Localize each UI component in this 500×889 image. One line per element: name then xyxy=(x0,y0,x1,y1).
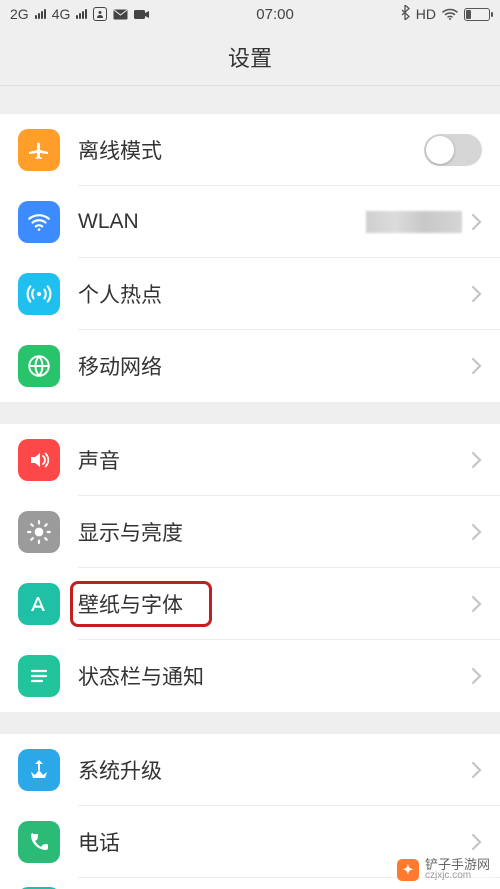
signal-bars-2 xyxy=(76,9,87,19)
chevron-right-icon xyxy=(470,594,482,614)
wlan-value-obscured xyxy=(366,211,462,233)
net-label-1: 2G xyxy=(10,6,29,22)
row-mobile-network[interactable]: 移动网络 xyxy=(0,330,500,402)
statusbar-label: 状态栏与通知 xyxy=(78,661,470,691)
display-label: 显示与亮度 xyxy=(78,517,470,547)
row-statusbar-notifications[interactable]: 状态栏与通知 xyxy=(0,640,500,712)
phone-icon xyxy=(18,821,60,863)
settings-group-network: 离线模式 WLAN 个人热点 移动网络 xyxy=(0,114,500,402)
chevron-right-icon xyxy=(470,832,482,852)
row-airplane-mode[interactable]: 离线模式 xyxy=(0,114,500,186)
status-bar: 2G 4G 07:00 HD xyxy=(0,0,500,28)
user-status-icon xyxy=(93,7,107,21)
chevron-right-icon xyxy=(470,212,482,232)
chevron-right-icon xyxy=(470,450,482,470)
watermark-logo-icon: ✦ xyxy=(397,859,419,881)
video-status-icon xyxy=(134,9,150,20)
row-sound[interactable]: 声音 xyxy=(0,424,500,496)
sound-icon xyxy=(18,439,60,481)
globe-icon xyxy=(18,345,60,387)
settings-group-display: 声音 显示与亮度 壁纸与字体 状态栏与通知 xyxy=(0,424,500,712)
hd-label: HD xyxy=(416,6,436,22)
row-system-update[interactable]: 系统升级 xyxy=(0,734,500,806)
mail-status-icon xyxy=(113,9,128,20)
page-title: 设置 xyxy=(0,28,500,86)
chevron-right-icon xyxy=(470,356,482,376)
hotspot-label: 个人热点 xyxy=(78,279,470,309)
airplane-toggle[interactable] xyxy=(424,134,482,166)
battery-icon xyxy=(464,8,490,21)
chevron-right-icon xyxy=(470,522,482,542)
signal-bars-1 xyxy=(35,9,46,19)
row-wlan[interactable]: WLAN xyxy=(0,186,500,258)
row-display-brightness[interactable]: 显示与亮度 xyxy=(0,496,500,568)
status-time: 07:00 xyxy=(256,6,294,23)
status-left: 2G 4G xyxy=(10,6,150,22)
font-icon xyxy=(18,583,60,625)
watermark-url: czjxjc.com xyxy=(425,871,490,881)
row-wallpaper-font[interactable]: 壁纸与字体 xyxy=(0,568,500,640)
net-label-2: 4G xyxy=(52,6,71,22)
row-hotspot[interactable]: 个人热点 xyxy=(0,258,500,330)
wifi-status-icon xyxy=(442,8,458,20)
chevron-right-icon xyxy=(470,284,482,304)
wallpaper-font-label: 壁纸与字体 xyxy=(78,589,470,619)
airplane-label: 离线模式 xyxy=(78,135,424,165)
watermark: ✦ 铲子手游网 czjxjc.com xyxy=(393,856,494,883)
brightness-icon xyxy=(18,511,60,553)
update-icon xyxy=(18,749,60,791)
airplane-icon xyxy=(18,129,60,171)
list-icon xyxy=(18,655,60,697)
status-right: HD xyxy=(400,5,490,23)
sound-label: 声音 xyxy=(78,445,470,475)
bluetooth-icon xyxy=(400,5,410,23)
system-update-label: 系统升级 xyxy=(78,755,470,785)
wifi-icon xyxy=(18,201,60,243)
hotspot-icon xyxy=(18,273,60,315)
phone-label: 电话 xyxy=(78,827,470,857)
chevron-right-icon xyxy=(470,760,482,780)
chevron-right-icon xyxy=(470,666,482,686)
mobile-network-label: 移动网络 xyxy=(78,351,470,381)
wlan-label: WLAN xyxy=(78,210,366,234)
